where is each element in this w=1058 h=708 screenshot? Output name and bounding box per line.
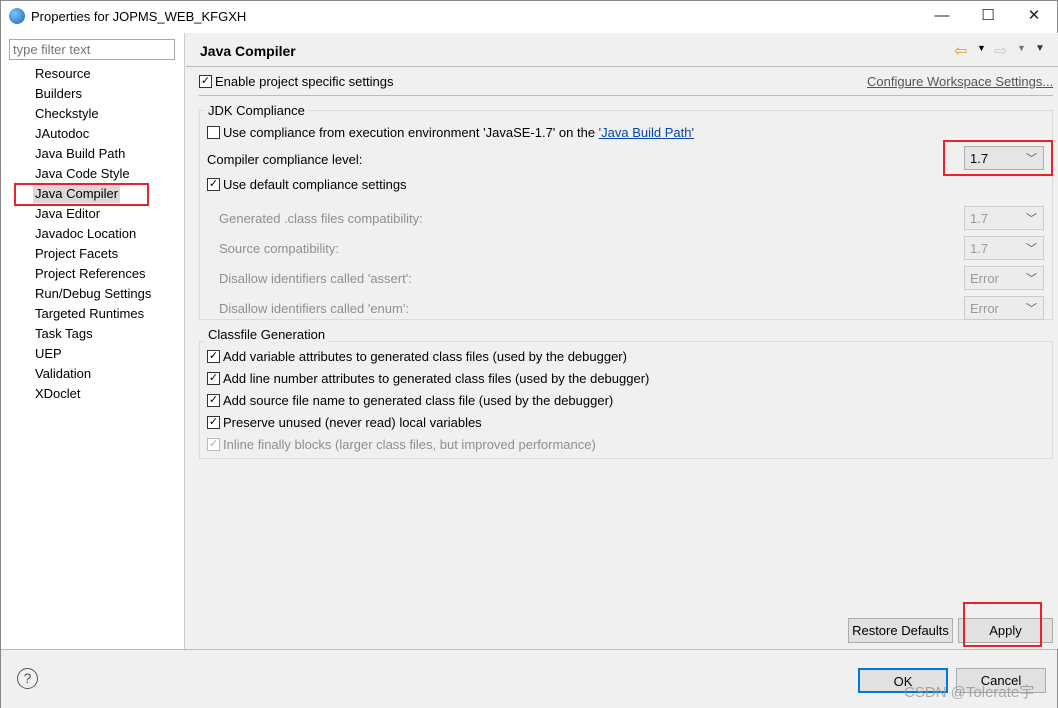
classfile-label: Add source file name to generated class …: [223, 393, 614, 408]
enable-checkbox[interactable]: ✓: [199, 75, 212, 88]
highlight-box: [14, 183, 149, 206]
help-icon[interactable]: ?: [17, 668, 38, 689]
use-env-checkbox[interactable]: [207, 126, 220, 139]
classfile-checkbox[interactable]: ✓: [207, 372, 220, 385]
jdk-setting-label: Disallow identifiers called 'enum':: [219, 301, 409, 316]
back-icon[interactable]: ⇦: [954, 41, 967, 61]
classfile-label: Preserve unused (never read) local varia…: [223, 415, 482, 430]
jdk-setting-value: Error: [970, 301, 999, 316]
sidebar-item[interactable]: Resource: [33, 65, 93, 83]
sidebar-item[interactable]: Java Code Style: [33, 165, 132, 183]
sidebar-item[interactable]: UEP: [33, 345, 64, 363]
minimize-button[interactable]: —: [919, 1, 965, 33]
jdk-setting-select[interactable]: 1.7 ﹀: [964, 206, 1044, 230]
window-title: Properties for JOPMS_WEB_KFGXH: [31, 9, 247, 24]
sidebar-item[interactable]: Project References: [33, 265, 148, 283]
chevron-down-icon: ﹀: [1026, 303, 1037, 315]
sidebar-item[interactable]: Checkstyle: [33, 105, 101, 123]
sidebar-item[interactable]: Java Editor: [33, 205, 102, 223]
jdk-setting-label: Generated .class files compatibility:: [219, 211, 423, 226]
jdk-group-label: JDK Compliance: [205, 103, 308, 118]
sidebar-item[interactable]: Run/Debug Settings: [33, 285, 153, 303]
chevron-down-icon: ﹀: [1026, 243, 1037, 255]
jdk-setting-select[interactable]: Error ﹀: [964, 266, 1044, 290]
sidebar-item[interactable]: Targeted Runtimes: [33, 305, 146, 323]
sidebar-item[interactable]: Validation: [33, 365, 93, 383]
sidebar-item[interactable]: Java Build Path: [33, 145, 127, 163]
classfile-checkbox[interactable]: ✓: [207, 350, 220, 363]
sidebar-item[interactable]: XDoclet: [33, 385, 83, 403]
highlight-box: [963, 602, 1042, 647]
sidebar-item[interactable]: Builders: [33, 85, 84, 103]
jdk-setting-label: Disallow identifiers called 'assert':: [219, 271, 412, 286]
highlight-box: [943, 140, 1053, 176]
maximize-button[interactable]: ☐: [965, 1, 1011, 33]
title-bar: Properties for JOPMS_WEB_KFGXH — ☐ ✕: [1, 1, 1057, 33]
divider: [199, 95, 1053, 96]
classfile-checkbox[interactable]: ✓: [207, 438, 220, 451]
view-menu-icon[interactable]: ▼: [1035, 43, 1045, 54]
sidebar-item[interactable]: Javadoc Location: [33, 225, 138, 243]
java-build-path-link[interactable]: 'Java Build Path': [599, 125, 694, 140]
restore-defaults-button[interactable]: Restore Defaults: [848, 618, 953, 643]
sidebar-item[interactable]: JAutodoc: [33, 125, 91, 143]
jdk-setting-value: Error: [970, 271, 999, 286]
close-button[interactable]: ✕: [1011, 1, 1057, 33]
main-panel: Java Compiler ⇦ ▼ ⇨ ▼ ▼ ✓ Enable project…: [186, 33, 1058, 649]
jdk-setting-value: 1.7: [970, 211, 989, 226]
use-env-text: Use compliance from execution environmen…: [223, 125, 599, 140]
page-title: Java Compiler: [200, 43, 296, 59]
classfile-label: Add variable attributes to generated cla…: [223, 349, 627, 364]
classfile-label: Inline finally blocks (larger class file…: [223, 437, 596, 452]
back-menu-icon[interactable]: ▼: [977, 43, 986, 53]
classfile-group-label: Classfile Generation: [205, 327, 329, 342]
use-env-label: Use compliance from execution environmen…: [223, 125, 694, 140]
classfile-label: Add line number attributes to generated …: [223, 371, 650, 386]
jdk-setting-value: 1.7: [970, 241, 989, 256]
sidebar: Resource Builders Checkstyle JAutodoc Java B…: [1, 33, 185, 649]
jdk-setting-select[interactable]: 1.7 ﹀: [964, 236, 1044, 260]
chevron-down-icon: ﹀: [1026, 273, 1037, 285]
forward-menu-icon[interactable]: ▼: [1017, 43, 1026, 53]
compliance-level-label: Compiler compliance level:: [207, 152, 363, 167]
configure-workspace-link[interactable]: Configure Workspace Settings...: [867, 74, 1053, 89]
properties-dialog: Properties for JOPMS_WEB_KFGXH — ☐ ✕ Res…: [0, 0, 1058, 708]
sidebar-item[interactable]: Project Facets: [33, 245, 120, 263]
sidebar-item[interactable]: Task Tags: [33, 325, 95, 343]
chevron-down-icon: ﹀: [1026, 213, 1037, 225]
enable-label: Enable project specific settings: [215, 74, 394, 89]
eclipse-icon: [9, 8, 25, 24]
page-header: Java Compiler ⇦ ▼ ⇨ ▼ ▼: [186, 33, 1058, 67]
forward-icon[interactable]: ⇨: [994, 41, 1007, 61]
use-default-label: Use default compliance settings: [223, 177, 407, 192]
use-default-checkbox[interactable]: ✓: [207, 178, 220, 191]
watermark: CSDN @Tolerate宇: [904, 684, 1035, 701]
classfile-checkbox[interactable]: ✓: [207, 394, 220, 407]
jdk-setting-select[interactable]: Error ﹀: [964, 296, 1044, 320]
classfile-checkbox[interactable]: ✓: [207, 416, 220, 429]
filter-input[interactable]: [9, 39, 175, 60]
dialog-footer: ? OK Cancel: [1, 649, 1057, 708]
jdk-setting-label: Source compatibility:: [219, 241, 339, 256]
